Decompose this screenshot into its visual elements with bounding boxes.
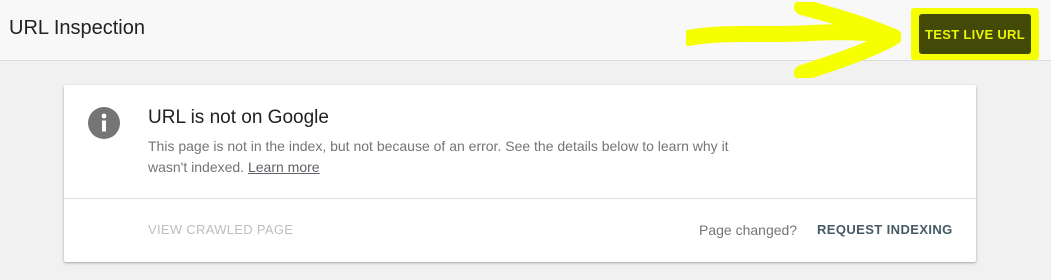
status-description-text: This page is not in the index, but not b… bbox=[148, 138, 729, 175]
status-title: URL is not on Google bbox=[148, 107, 329, 128]
view-crawled-page-button[interactable]: VIEW CRAWLED PAGE bbox=[148, 222, 293, 237]
test-live-url-label: TEST LIVE URL bbox=[919, 14, 1031, 54]
page-changed-label: Page changed? bbox=[699, 222, 798, 238]
learn-more-link[interactable]: Learn more bbox=[248, 159, 320, 175]
test-live-url-button[interactable]: TEST LIVE URL bbox=[911, 8, 1039, 60]
info-icon bbox=[88, 107, 120, 139]
status-card: URL is not on Google This page is not in… bbox=[64, 85, 976, 262]
request-indexing-button[interactable]: REQUEST INDEXING bbox=[817, 222, 953, 237]
page-title: URL Inspection bbox=[9, 17, 145, 39]
status-description: This page is not in the index, but not b… bbox=[148, 136, 748, 178]
arrow-right-icon bbox=[686, 2, 901, 78]
card-divider bbox=[64, 198, 976, 199]
